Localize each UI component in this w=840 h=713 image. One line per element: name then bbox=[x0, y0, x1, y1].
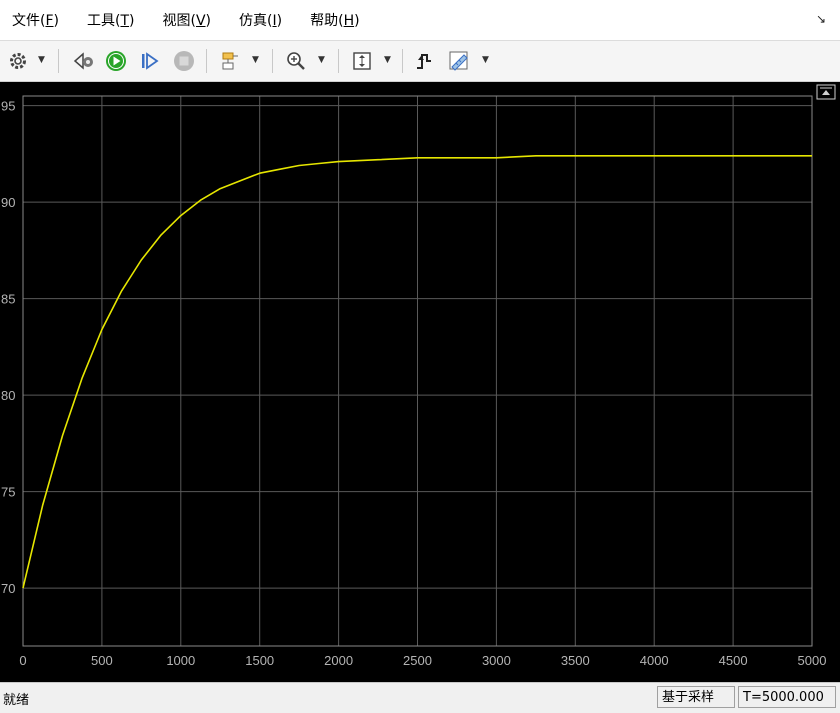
toolbar-separator bbox=[272, 49, 273, 73]
y-tick-label: 90 bbox=[1, 195, 15, 210]
menu-simulation[interactable]: 仿真(I) bbox=[239, 10, 282, 30]
menu-file-key: F bbox=[45, 13, 54, 29]
toolbar-separator bbox=[338, 49, 339, 73]
x-tick-label: 2000 bbox=[324, 653, 353, 668]
status-time: T=5000.000 bbox=[738, 686, 836, 708]
step-forward-icon[interactable] bbox=[138, 49, 162, 73]
zoom-dropdown-icon[interactable]: ▼ bbox=[318, 55, 325, 65]
menu-view-close: ) bbox=[205, 13, 212, 29]
autoscale-dropdown-icon[interactable]: ▼ bbox=[384, 55, 391, 65]
menu-help[interactable]: 帮助(H) bbox=[310, 10, 359, 30]
menu-view-key: V bbox=[195, 13, 206, 29]
menu-file-close: ) bbox=[53, 13, 59, 29]
menu-tools-close: ) bbox=[129, 13, 135, 29]
measurements-icon[interactable] bbox=[446, 49, 472, 73]
x-tick-label: 1000 bbox=[166, 653, 195, 668]
y-tick-label: 75 bbox=[1, 485, 15, 500]
menu-view-label: 视图( bbox=[162, 13, 196, 29]
menu-bar: 文件(F) 工具(T) 视图(V) 仿真(I) 帮助(H) ↘ bbox=[0, 0, 840, 41]
toolbar-separator bbox=[402, 49, 403, 73]
y-tick-label: 85 bbox=[1, 292, 15, 307]
menu-help-close: ) bbox=[354, 13, 360, 29]
triggers-icon[interactable] bbox=[412, 49, 436, 73]
menu-file-label: 文件( bbox=[12, 13, 46, 29]
x-tick-labels: 0 500 1000 1500 2000 2500 3000 3500 4000 4500 5000 bbox=[19, 653, 826, 668]
status-mode: 基于采样 bbox=[657, 686, 735, 708]
y-tick-label: 95 bbox=[1, 99, 15, 114]
x-tick-label: 0 bbox=[19, 653, 26, 668]
x-tick-label: 4000 bbox=[640, 653, 669, 668]
measurements-dropdown-icon[interactable]: ▼ bbox=[482, 55, 489, 65]
gear-dropdown-icon[interactable]: ▼ bbox=[38, 55, 45, 65]
autoscale-icon[interactable] bbox=[350, 49, 374, 73]
step-back-icon[interactable] bbox=[72, 49, 96, 73]
y-tick-labels: 70 75 80 85 90 95 bbox=[1, 99, 15, 596]
x-tick-label: 4500 bbox=[719, 653, 748, 668]
menu-file[interactable]: 文件(F) bbox=[12, 10, 59, 30]
menu-tools-label: 工具( bbox=[87, 13, 121, 29]
x-tick-label: 1500 bbox=[245, 653, 274, 668]
x-tick-label: 500 bbox=[91, 653, 113, 668]
x-tick-label: 3000 bbox=[482, 653, 511, 668]
toolbar: ▼ ▼ ▼ ▼ ▼ bbox=[0, 41, 840, 82]
status-bar: 就绪 基于采样 T=5000.000 bbox=[0, 682, 840, 713]
menu-help-label: 帮助( bbox=[310, 13, 344, 29]
menu-tools[interactable]: 工具(T) bbox=[87, 10, 135, 30]
scope-display: 70 75 80 85 90 95 0 500 1000 1500 2000 2500 3000 350… bbox=[0, 82, 840, 682]
stop-icon[interactable] bbox=[172, 49, 196, 73]
x-tick-label: 3500 bbox=[561, 653, 590, 668]
legend-toggle-icon[interactable] bbox=[816, 84, 836, 100]
y-tick-label: 80 bbox=[1, 388, 15, 403]
menu-tools-key: T bbox=[120, 13, 130, 29]
zoom-in-icon[interactable] bbox=[284, 49, 308, 73]
highlight-dropdown-icon[interactable]: ▼ bbox=[252, 55, 259, 65]
menu-simulation-label: 仿真( bbox=[239, 13, 273, 29]
toolbar-separator bbox=[58, 49, 59, 73]
grid bbox=[22, 96, 813, 646]
x-tick-label: 5000 bbox=[798, 653, 827, 668]
gear-icon[interactable] bbox=[6, 49, 30, 73]
x-tick-label: 2500 bbox=[403, 653, 432, 668]
menu-help-key: H bbox=[343, 13, 355, 29]
highlight-block-icon[interactable] bbox=[218, 49, 242, 73]
toolbar-separator bbox=[206, 49, 207, 73]
menu-simulation-close: ) bbox=[276, 13, 283, 29]
menu-view[interactable]: 视图(V) bbox=[163, 10, 212, 30]
run-icon[interactable] bbox=[104, 49, 128, 73]
y-tick-label: 70 bbox=[1, 581, 15, 596]
dock-arrow-icon[interactable]: ↘ bbox=[816, 12, 826, 26]
scope-plot[interactable]: 70 75 80 85 90 95 0 500 1000 1500 2000 2500 3000 350… bbox=[0, 82, 840, 682]
status-ready: 就绪 bbox=[3, 693, 30, 708]
